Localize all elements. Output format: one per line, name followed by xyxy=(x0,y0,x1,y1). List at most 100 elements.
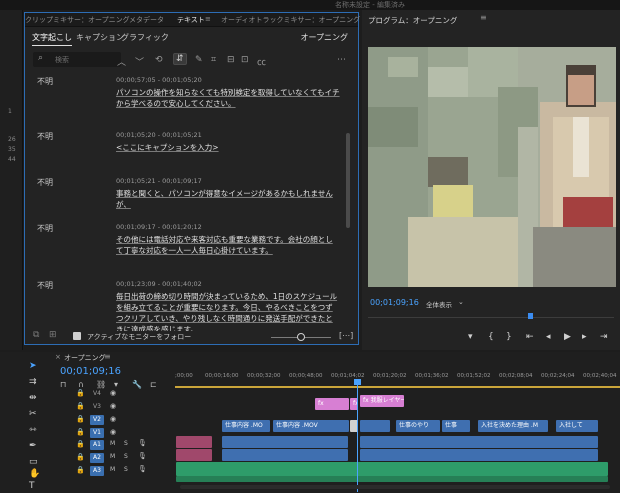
mute-icon[interactable]: M xyxy=(110,440,115,447)
tab-graphics[interactable]: グラフィック xyxy=(121,32,169,43)
panel-menu-icon[interactable]: ≡ xyxy=(104,352,111,361)
type-icon[interactable]: T xyxy=(29,481,35,491)
wrap-icon[interactable]: [⋯] xyxy=(339,331,353,340)
music-clip-lower[interactable] xyxy=(176,476,608,482)
video-clip[interactable]: 仕事内容 .MOV xyxy=(273,420,349,432)
audio-clip[interactable] xyxy=(222,449,348,461)
audio-clip[interactable] xyxy=(176,449,212,461)
track-select-icon[interactable]: ⇉ xyxy=(29,377,37,387)
lock-icon[interactable]: 🔒 xyxy=(76,453,85,461)
solo-icon[interactable]: S xyxy=(124,466,128,473)
pencil-icon[interactable]: ✎ xyxy=(195,55,203,65)
import-icon[interactable]: ⧉ xyxy=(33,330,39,340)
pen-icon[interactable]: ✒ xyxy=(29,441,37,451)
timeline-timecode[interactable]: 00;01;09;16 xyxy=(60,366,121,377)
fit-select[interactable]: 全体表示 xyxy=(426,299,452,309)
mark-out-icon[interactable]: } xyxy=(506,332,512,342)
track-label[interactable]: V4 xyxy=(90,389,104,399)
eye-icon[interactable]: ◉ xyxy=(110,428,116,436)
lock-icon[interactable]: 🔒 xyxy=(76,389,85,397)
track-label[interactable]: A2 xyxy=(90,453,104,463)
work-area-bar[interactable] xyxy=(175,386,620,388)
merge-captions-icon[interactable]: ⊟ xyxy=(227,55,235,65)
music-clip[interactable] xyxy=(176,462,608,476)
track-label[interactable]: A1 xyxy=(90,440,104,450)
more-icon[interactable]: ⋯ xyxy=(337,55,346,65)
video-clip[interactable]: 仕事内容 .MO xyxy=(222,420,270,432)
graphic-clip[interactable]: fx xyxy=(315,398,349,410)
audio-clip[interactable] xyxy=(222,436,348,448)
step-back-icon[interactable]: ◂ xyxy=(546,332,551,342)
hand-icon[interactable]: ✋ xyxy=(29,469,40,479)
chevron-up-icon[interactable]: ︿ xyxy=(117,55,126,68)
mute-icon[interactable]: M xyxy=(110,466,115,473)
video-clip[interactable] xyxy=(360,420,390,432)
mark-in-icon[interactable]: { xyxy=(488,332,494,342)
track-label[interactable]: A3 xyxy=(90,466,104,476)
tab-text[interactable]: テキスト xyxy=(177,15,205,25)
mic-icon[interactable]: 🎙 xyxy=(138,465,147,473)
caption-text[interactable]: 毎日出荷の締め切り時間が決まっているため、1日のスケジュールを組み立てることが重… xyxy=(116,291,340,331)
caption-text[interactable]: パソコンの操作を知らなくても特別検定を取得していなくてもイチから学べるので安心し… xyxy=(116,87,340,109)
track-label[interactable]: V1 xyxy=(90,428,104,438)
lock-icon[interactable]: 🔒 xyxy=(76,402,85,410)
caption-text[interactable]: <ここにキャプションを入力> xyxy=(116,142,340,153)
eye-icon[interactable]: ◉ xyxy=(110,415,116,423)
video-clip[interactable]: 仕事のやり xyxy=(396,420,440,432)
tab-clip-mixer[interactable]: クリップミキサー：オープニング xyxy=(25,15,130,25)
marker-icon[interactable]: ▾ xyxy=(468,332,473,342)
audio-clip[interactable] xyxy=(360,436,598,448)
video-frame[interactable] xyxy=(368,47,616,287)
replace-icon[interactable]: ⟲ xyxy=(155,55,163,65)
step-forward-icon[interactable]: ▸ xyxy=(582,332,587,342)
eye-icon[interactable]: ◉ xyxy=(110,402,116,410)
lock-icon[interactable]: 🔒 xyxy=(76,466,85,474)
merge-icon[interactable]: ⇵ xyxy=(173,53,187,65)
cc-icon[interactable]: ㏄ xyxy=(257,55,266,68)
zoom-slider-handle[interactable] xyxy=(297,333,305,341)
mute-icon[interactable]: M xyxy=(110,453,115,460)
solo-icon[interactable]: S xyxy=(124,453,128,460)
razor-icon[interactable]: ✂ xyxy=(29,409,37,419)
slip-icon[interactable]: ⇿ xyxy=(29,425,37,435)
audio-clip[interactable] xyxy=(360,449,598,461)
tab-transcript[interactable]: 文字起こし xyxy=(32,32,72,46)
video-clip[interactable]: 入社して xyxy=(556,420,598,432)
chevron-down-icon[interactable]: ﹀ xyxy=(135,55,144,68)
split-icon[interactable]: ⌗ xyxy=(211,55,216,65)
program-timecode[interactable]: 00;01;09;16 xyxy=(370,298,419,307)
lock-icon[interactable]: 🔒 xyxy=(76,440,85,448)
export-icon[interactable]: ⊞ xyxy=(49,330,57,340)
lock-icon[interactable]: 🔒 xyxy=(76,428,85,436)
chevron-down-icon[interactable]: ⌄ xyxy=(458,298,464,306)
caption-scrollbar[interactable] xyxy=(346,133,350,228)
program-playhead[interactable] xyxy=(528,313,533,319)
track-label[interactable]: V2 xyxy=(90,415,104,425)
program-scrubber[interactable] xyxy=(368,317,614,325)
track-label[interactable]: V3 xyxy=(90,402,104,412)
panel-menu-icon[interactable]: ≡ xyxy=(205,15,211,23)
selection-tool-icon[interactable]: ➤ xyxy=(29,361,37,371)
eye-icon[interactable]: ◉ xyxy=(110,389,116,397)
video-clip[interactable]: 仕事 xyxy=(442,420,470,432)
audio-clip[interactable] xyxy=(176,436,212,448)
time-ruler[interactable]: ;00;00 00;00;16;00 00;00;32;00 00;00;48;… xyxy=(175,368,620,388)
search-input[interactable]: ⌕ 検索 xyxy=(33,52,121,67)
play-icon[interactable]: ▶ xyxy=(564,332,571,342)
go-to-in-icon[interactable]: ⇤ xyxy=(526,332,534,342)
tab-metadata[interactable]: メタデータ xyxy=(129,15,164,25)
caption-text[interactable]: 事務と聞くと、パソコンが得意なイメージがあるかもしれませんが、 xyxy=(116,188,340,210)
graphic-clip[interactable]: fx 我服レイヤー xyxy=(360,395,404,407)
rectangle-icon[interactable]: ▭ xyxy=(29,457,38,467)
solo-icon[interactable]: S xyxy=(124,440,128,447)
timeline-scrollbar[interactable] xyxy=(180,485,610,489)
go-to-out-icon[interactable]: ⇥ xyxy=(600,332,608,342)
caption-text[interactable]: その他には電話対応や来客対応も重要な業務です。会社の顔として丁寧な対応を一人一人… xyxy=(116,234,340,256)
lock-icon[interactable]: 🔒 xyxy=(76,415,85,423)
follow-monitor-checkbox[interactable] xyxy=(73,332,81,340)
playhead-line[interactable] xyxy=(357,379,358,492)
tab-audio-track-mixer[interactable]: オーディオトラックミキサー：オープニング xyxy=(221,15,360,25)
close-icon[interactable]: × xyxy=(55,353,61,361)
align-icon[interactable]: ⊡ xyxy=(241,55,249,65)
ripple-edit-icon[interactable]: ⇹ xyxy=(29,393,37,403)
